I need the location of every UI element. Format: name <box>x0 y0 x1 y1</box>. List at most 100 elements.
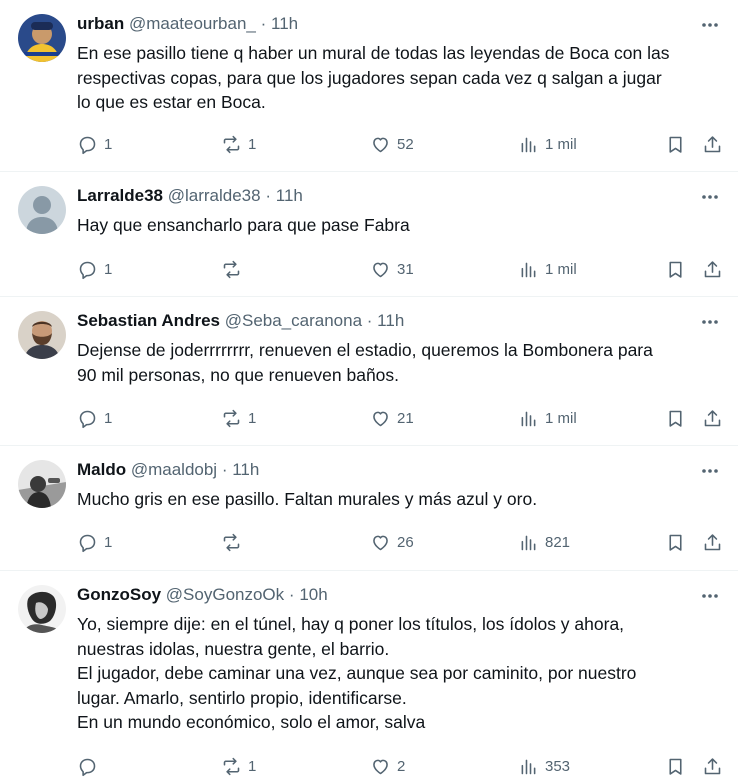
username[interactable]: @SoyGonzoOk <box>166 585 284 604</box>
timestamp[interactable]: 11h <box>276 186 303 205</box>
username[interactable]: @maateourban_ <box>129 14 256 33</box>
tweet-header: urban @maateourban_ · 11h <box>77 13 298 35</box>
views-button[interactable]: 1 mil <box>518 132 577 156</box>
tweet-text-line: lugar. Amarlo, sentirlo propio, identifi… <box>77 687 407 708</box>
like-count: 31 <box>397 260 414 278</box>
like-count: 21 <box>397 409 414 427</box>
bookmark-button[interactable] <box>665 132 686 156</box>
like-button[interactable]: 21 <box>370 406 414 430</box>
tweet-header: Larralde38 @larralde38 · 11h <box>77 185 303 207</box>
like-button[interactable]: 31 <box>370 257 414 281</box>
share-button[interactable] <box>702 257 723 281</box>
repost-button[interactable]: 1 <box>221 132 256 156</box>
avatar[interactable] <box>18 14 66 62</box>
timestamp[interactable]: 11h <box>232 460 259 479</box>
reply-icon <box>79 261 96 279</box>
like-count: 52 <box>397 135 414 153</box>
tweet[interactable]: urban @maateourban_ · 11h En ese pasillo… <box>0 0 738 172</box>
share-button[interactable] <box>702 132 723 156</box>
analytics-icon <box>521 411 536 426</box>
separator-dot: · <box>221 460 228 479</box>
views-button[interactable]: 1 mil <box>518 406 577 430</box>
views-count: 821 <box>545 533 571 551</box>
like-button[interactable]: 2 <box>370 754 405 778</box>
more-icon[interactable] <box>699 14 721 36</box>
more-icon[interactable] <box>699 186 721 208</box>
tweet[interactable]: Sebastian Andres @Seba_caranona · 11h De… <box>0 297 738 446</box>
views-button[interactable]: 821 <box>518 530 570 554</box>
tweet-text: Mucho gris en ese pasillo. Faltan murale… <box>77 487 727 512</box>
more-icon[interactable] <box>699 460 721 482</box>
tweet-text-line: Hay que ensancharlo para que pase Fabra <box>77 215 410 235</box>
action-bar: 1 2 353 <box>77 754 727 778</box>
reply-button[interactable] <box>77 754 104 778</box>
reply-button[interactable]: 1 <box>77 530 112 554</box>
display-name[interactable]: urban <box>77 14 124 33</box>
avatar[interactable] <box>18 460 66 508</box>
analytics-icon <box>521 535 536 550</box>
repost-icon <box>223 757 240 775</box>
share-button[interactable] <box>702 406 723 430</box>
username[interactable]: @maaldobj <box>131 460 217 479</box>
timestamp[interactable]: 11h <box>271 14 298 33</box>
repost-button[interactable]: 1 <box>221 406 256 430</box>
share-button[interactable] <box>702 530 723 554</box>
like-count: 26 <box>397 533 414 551</box>
views-button[interactable]: 353 <box>518 754 570 778</box>
display-name[interactable]: GonzoSoy <box>77 585 161 604</box>
views-button[interactable]: 1 mil <box>518 257 577 281</box>
tweet-text: Hay que ensancharlo para que pase Fabra <box>77 213 727 238</box>
avatar[interactable] <box>18 585 66 633</box>
tweet-text-line: Dejense de joderrrrrrrr, renueven el est… <box>77 340 653 360</box>
timestamp[interactable]: 10h <box>299 585 327 604</box>
tweet[interactable]: Larralde38 @larralde38 · 11h Hay que ens… <box>0 172 738 297</box>
separator-dot: · <box>265 186 272 205</box>
username[interactable]: @Seba_caranona <box>225 311 362 330</box>
username[interactable]: @larralde38 <box>168 186 261 205</box>
bookmark-button[interactable] <box>665 257 686 281</box>
bookmark-icon <box>669 136 682 153</box>
more-icon[interactable] <box>699 585 721 607</box>
repost-icon <box>223 260 240 278</box>
bookmark-button[interactable] <box>665 530 686 554</box>
repost-button[interactable] <box>221 530 248 554</box>
bookmark-button[interactable] <box>665 406 686 430</box>
repost-count: 1 <box>248 409 257 427</box>
analytics-icon <box>521 759 536 774</box>
separator-dot: · <box>366 311 373 330</box>
reply-icon <box>79 534 96 552</box>
display-name[interactable]: Maldo <box>77 460 126 479</box>
share-icon <box>704 260 721 277</box>
repost-button[interactable] <box>221 257 248 281</box>
tweet-text-line: 90 mil personas, no que renueven baños. <box>77 364 400 385</box>
display-name[interactable]: Larralde38 <box>77 186 163 205</box>
views-count: 1 mil <box>545 409 577 427</box>
tweet-header: Sebastian Andres @Seba_caranona · 11h <box>77 310 404 332</box>
heart-icon <box>373 759 388 774</box>
tweet[interactable]: GonzoSoy @SoyGonzoOk · 10h Yo, siempre d… <box>0 571 738 777</box>
views-count: 353 <box>545 757 571 775</box>
like-button[interactable]: 52 <box>370 132 414 156</box>
avatar[interactable] <box>18 186 66 234</box>
share-button[interactable] <box>702 754 723 778</box>
analytics-icon <box>521 137 536 152</box>
reply-button[interactable]: 1 <box>77 132 112 156</box>
repost-count: 1 <box>248 135 257 153</box>
more-icon[interactable] <box>699 311 721 333</box>
tweet-text-line: En un mundo económico, solo el amor, sal… <box>77 712 426 732</box>
reply-button[interactable]: 1 <box>77 406 112 430</box>
bookmark-icon <box>669 758 682 775</box>
views-count: 1 mil <box>545 260 577 278</box>
tweet-text: Dejense de joderrrrrrrr, renueven el est… <box>77 338 727 387</box>
like-button[interactable]: 26 <box>370 530 414 554</box>
analytics-icon <box>521 262 536 277</box>
tweet-text-line: El jugador, debe caminar una vez, aunque… <box>77 663 637 683</box>
reply-button[interactable]: 1 <box>77 257 112 281</box>
timestamp[interactable]: 11h <box>377 311 404 330</box>
reply-count: 1 <box>104 533 113 551</box>
repost-button[interactable]: 1 <box>221 754 256 778</box>
bookmark-button[interactable] <box>665 754 686 778</box>
display-name[interactable]: Sebastian Andres <box>77 311 220 330</box>
avatar[interactable] <box>18 311 66 359</box>
tweet[interactable]: Maldo @maaldobj · 11h Mucho gris en ese … <box>0 446 738 571</box>
